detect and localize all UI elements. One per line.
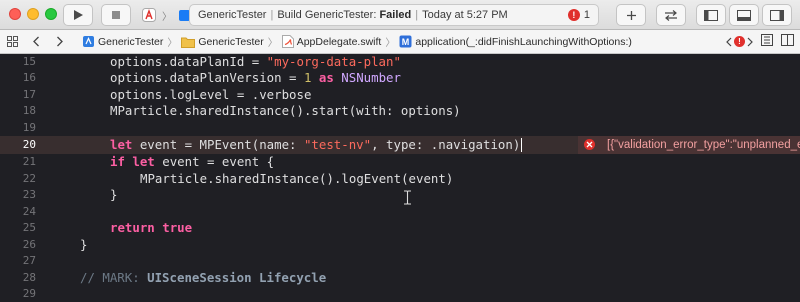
svg-text:M: M (402, 37, 410, 47)
code-line: 24 (0, 203, 800, 220)
swift-file-icon (281, 35, 294, 48)
breadcrumb-file[interactable]: AppDelegate.swift (281, 35, 382, 48)
activity-build-prefix: Build GenericTester: (277, 9, 377, 21)
line-number: 25 (22, 221, 36, 235)
issue-navigator-prev[interactable]: ! (726, 36, 753, 47)
line-number: 16 (22, 71, 36, 85)
line-number: 20 (22, 138, 36, 151)
text-cursor (521, 138, 523, 153)
build-status: Failed (379, 9, 412, 21)
forward-arrow-icon[interactable] (52, 34, 68, 50)
error-icon: ! (567, 9, 580, 21)
line-number: 26 (22, 237, 36, 251)
line-number: 22 (22, 171, 36, 185)
editor-options-icon (761, 34, 773, 46)
add-editor-button[interactable] (781, 34, 794, 49)
line-number: 29 (22, 287, 36, 301)
chevron-right-icon: 〉 (385, 38, 396, 49)
line-number: 24 (22, 204, 36, 218)
error-message: [{"validation_error_type":"unplanned_eve… (607, 138, 800, 151)
project-icon (83, 36, 94, 47)
swap-arrows-icon (665, 9, 677, 21)
code-line: 26 } (0, 236, 800, 253)
code-line: 27 (0, 253, 800, 270)
activity-timestamp: Today at 5:27 PM (422, 9, 508, 21)
code-line: 25 return true (0, 220, 800, 237)
line-number: 27 (22, 254, 36, 268)
stop-button[interactable] (101, 4, 131, 26)
line-number: 17 (22, 87, 36, 101)
run-button[interactable] (63, 4, 93, 26)
chevron-right-icon (747, 37, 753, 46)
code-line: 28 // MARK: UISceneSession Lifecycle (0, 269, 800, 286)
code-line: 23 } (0, 187, 800, 204)
chevron-right-icon: 〉 (162, 11, 172, 23)
breadcrumb-label: GenericTester (98, 35, 164, 48)
ibeam-cursor-icon (404, 190, 411, 205)
code-review-button[interactable] (656, 4, 686, 26)
code-line: 16 options.dataPlanVersion = 1 as NSNumb… (0, 70, 800, 87)
code-line: 18 MParticle.sharedInstance().start(with… (0, 103, 800, 120)
line-number: 28 (22, 270, 36, 284)
line-number: 23 (22, 188, 36, 202)
app-icon (142, 8, 156, 22)
minimize-window-button[interactable] (27, 8, 39, 20)
breadcrumb-label: application(_:didFinishLaunchingWithOpti… (415, 35, 632, 48)
code-line: 22 MParticle.sharedInstance().logEvent(e… (0, 170, 800, 187)
activity-viewer: GenericTester | Build GenericTester: Fai… (189, 4, 599, 26)
folder-icon (181, 37, 196, 48)
line-number: 19 (22, 120, 36, 134)
breadcrumb-method[interactable]: M application(_:didFinishLaunchingWithOp… (399, 35, 632, 48)
error-count-badge[interactable]: ! 1 (567, 9, 590, 21)
code-line: 15 options.dataPlanId = "my-org-data-pla… (0, 54, 800, 70)
code-line: 17 options.logLevel = .verbose (0, 86, 800, 103)
left-panel-icon (704, 9, 718, 21)
method-icon: M (399, 35, 412, 48)
breadcrumb-label: AppDelegate.swift (296, 35, 382, 48)
split-editor-icon (781, 34, 794, 46)
code-line: 29 (0, 286, 800, 302)
toggle-navigator-button[interactable] (696, 4, 726, 26)
chevron-left-icon (726, 37, 732, 46)
error-icon (584, 139, 595, 150)
related-items-icon[interactable] (4, 34, 20, 50)
toggle-debug-area-button[interactable] (729, 4, 759, 26)
jump-bar: GenericTester 〉 GenericTester 〉 AppDeleg… (0, 30, 800, 54)
breadcrumb-project[interactable]: GenericTester (82, 35, 163, 48)
line-number: 21 (22, 155, 36, 169)
plus-icon (626, 10, 636, 20)
source-editor[interactable]: 15 options.dataPlanId = "my-org-data-pla… (0, 54, 800, 302)
zoom-window-button[interactable] (45, 8, 57, 20)
bottom-panel-icon (737, 9, 751, 21)
error-count: 1 (583, 9, 590, 21)
chevron-right-icon: 〉 (267, 38, 278, 49)
line-number: 15 (22, 54, 36, 68)
error-icon: ! (734, 36, 745, 47)
code-line: 19 (0, 119, 800, 136)
line-number: 18 (22, 104, 36, 118)
code-line: 21 if let event = event { (0, 154, 800, 171)
toggle-inspector-button[interactable] (762, 4, 792, 26)
library-button[interactable] (616, 4, 646, 26)
right-panel-icon (770, 9, 784, 21)
close-window-button[interactable] (9, 8, 21, 20)
scheme-selector[interactable]: 〉 (138, 4, 194, 26)
activity-project: GenericTester (198, 9, 267, 21)
breadcrumb-label: GenericTester (198, 35, 264, 48)
chevron-right-icon: 〉 (167, 38, 178, 49)
adjust-editor-options-button[interactable] (761, 34, 773, 49)
error-code-line: 20 let event = MPEvent(name: "test-nv", … (0, 135, 800, 154)
inline-error-annotation[interactable]: [{"validation_error_type":"unplanned_eve… (578, 135, 800, 154)
back-arrow-icon[interactable] (28, 34, 44, 50)
play-icon (74, 10, 83, 20)
window-toolbar: 〉 GenericTester | Build GenericTester: F… (0, 0, 800, 30)
stop-icon (112, 11, 120, 19)
breadcrumb-group[interactable]: GenericTester (181, 35, 264, 48)
